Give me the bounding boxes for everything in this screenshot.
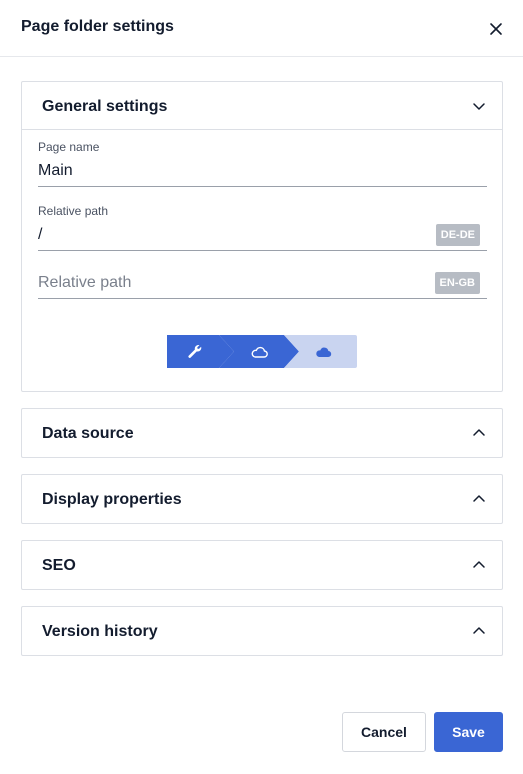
chevron-up-icon (473, 627, 485, 634)
general-settings-header[interactable]: General settings (22, 82, 502, 130)
relative-path-field-en[interactable]: Relative path EN-GB (38, 260, 487, 299)
version-history-header[interactable]: Version history (22, 607, 502, 656)
display-properties-header[interactable]: Display properties (22, 475, 502, 524)
page-name-value: Main (38, 162, 73, 179)
dialog-title: Page folder settings (21, 18, 174, 35)
relative-path-placeholder: Relative path (38, 274, 132, 291)
relative-path-label: Relative path (38, 204, 109, 218)
relative-path-field-de[interactable]: Relative path / DE-DE (38, 204, 487, 251)
general-settings-title: General settings (42, 98, 168, 115)
version-history-title: Version history (42, 623, 158, 640)
version-history-panel[interactable]: Version history (21, 606, 503, 656)
display-properties-title: Display properties (42, 491, 182, 508)
seo-header[interactable]: SEO (22, 541, 502, 590)
chevron-up-icon (473, 561, 485, 568)
display-properties-panel[interactable]: Display properties (21, 474, 503, 524)
cancel-button[interactable]: Cancel (342, 712, 426, 752)
close-icon[interactable] (486, 19, 506, 39)
dialog-header: Page folder settings (0, 0, 523, 57)
data-source-panel[interactable]: Data source (21, 408, 503, 458)
locale-badge-de: DE-DE (435, 224, 480, 246)
relative-path-value: / (38, 226, 43, 243)
seo-title: SEO (42, 557, 76, 574)
chevron-up-icon (473, 429, 485, 436)
page-name-label: Page name (38, 140, 100, 154)
page-name-field[interactable]: Page name Main (38, 140, 487, 187)
chevron-down-icon (473, 103, 485, 110)
general-settings-panel: General settings Page name Main Relative… (21, 81, 503, 392)
seo-panel[interactable]: SEO (21, 540, 503, 590)
data-source-header[interactable]: Data source (22, 409, 502, 458)
chevron-up-icon (473, 495, 485, 502)
data-source-title: Data source (42, 425, 134, 442)
save-button[interactable]: Save (434, 712, 503, 752)
status-steps (167, 335, 357, 368)
locale-badge-en: EN-GB (434, 272, 480, 294)
